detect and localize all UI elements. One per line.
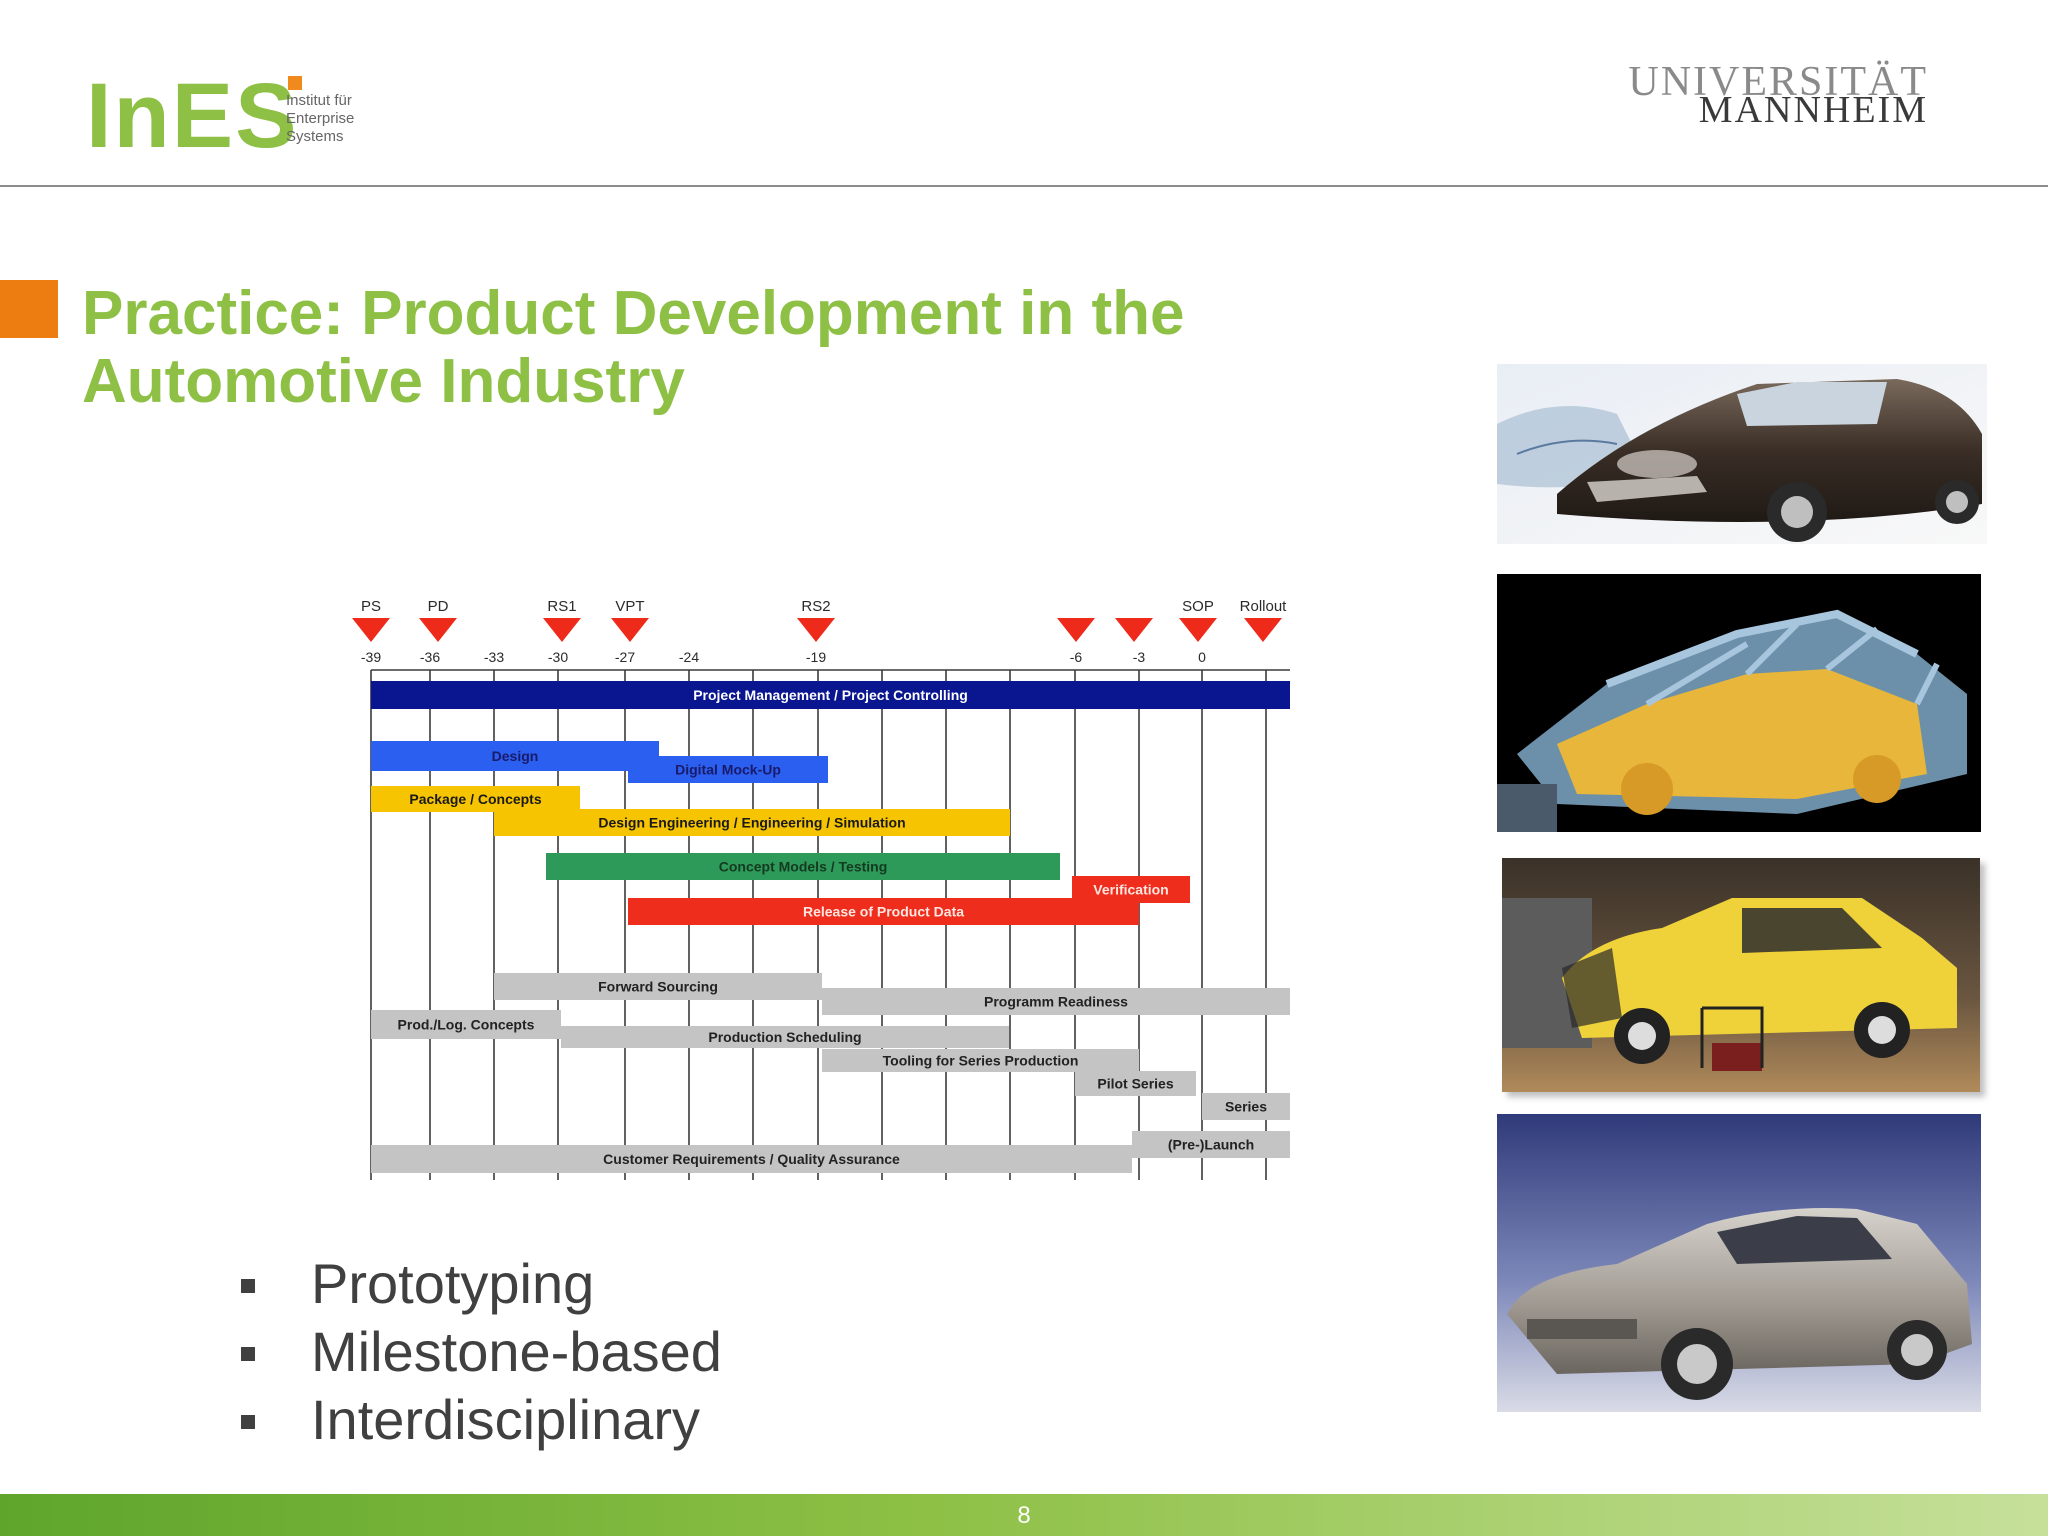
- milestone-triangle-icon: [419, 618, 457, 642]
- milestone-label: PS: [361, 598, 381, 615]
- tick-label: -3: [1133, 649, 1146, 665]
- header-divider: [0, 185, 2048, 187]
- timeline-bar-label: Prod./Log. Concepts: [398, 1017, 535, 1033]
- tick-label: -24: [679, 649, 699, 665]
- timeline-bar: Programm Readiness: [822, 988, 1290, 1015]
- milestone-label: VPT: [615, 598, 644, 615]
- development-timeline: PS PD RS1 VPT RS2 SOP Rollout -39 -36 -33 -30 -27-…: [350, 590, 1300, 1190]
- timeline-bar: (Pre-)Launch: [1132, 1131, 1290, 1158]
- bullet-text: Interdisciplinary: [311, 1388, 701, 1451]
- timeline-bar: Production Scheduling: [561, 1026, 1009, 1048]
- timeline-bar-label: Series: [1225, 1099, 1267, 1115]
- logo-accent-dot: [288, 76, 302, 90]
- tick-label: 0: [1198, 649, 1206, 665]
- timeline-bar-label: Verification: [1093, 882, 1168, 898]
- timeline-bar-label: Pilot Series: [1097, 1076, 1173, 1092]
- slide-title-line2: Automotive Industry: [82, 347, 685, 416]
- slide-title-line1: Practice: Product Development in the: [82, 279, 1185, 348]
- ines-logo-wordmark: InES: [86, 65, 299, 167]
- timeline-bar-label: Digital Mock-Up: [675, 762, 781, 778]
- tick-label: -36: [420, 649, 440, 665]
- bullet-item: Interdisciplinary: [235, 1386, 722, 1454]
- timeline-bar: Forward Sourcing: [494, 973, 822, 1000]
- milestone-triangle-icon: [352, 618, 390, 642]
- ines-logo: InES Institut für Enterprise Systems: [86, 65, 386, 167]
- milestone-triangle-icon: [543, 618, 581, 642]
- milestone-triangle-icon: [1115, 618, 1153, 642]
- milestone-triangle-icon: [1179, 618, 1217, 642]
- title-marker: [0, 280, 58, 338]
- ines-logo-sub-2: Enterprise: [286, 110, 355, 127]
- timeline-bar-label: (Pre-)Launch: [1168, 1137, 1254, 1153]
- milestone-triangle-icon: [611, 618, 649, 642]
- timeline-ticks: -39 -36 -33 -30 -27 -24 -19 -6 -3 0: [361, 649, 1206, 665]
- university-logo: UNIVERSITÄT MANNHEIM: [1628, 60, 1928, 130]
- timeline-svg: PS PD RS1 VPT RS2 SOP Rollout -39 -36 -33 -30 -27-…: [352, 598, 1290, 1180]
- tick-label: -33: [484, 649, 504, 665]
- timeline-bar: Tooling for Series Production: [822, 1049, 1139, 1072]
- ines-logo-sub-3: Systems: [286, 128, 344, 145]
- tick-label: -39: [361, 649, 381, 665]
- timeline-bar-label: Design: [492, 748, 539, 764]
- timeline-bar-label: Design Engineering / Engineering / Simul…: [598, 815, 905, 831]
- car-body-structure-image: [1497, 574, 1981, 832]
- timeline-bar-label: Forward Sourcing: [598, 979, 718, 995]
- timeline-bar-label: Production Scheduling: [708, 1029, 861, 1045]
- timeline-bar-label: Tooling for Series Production: [883, 1053, 1079, 1069]
- car-design-sketch-image: [1497, 364, 1987, 544]
- milestone-label: SOP: [1182, 598, 1214, 615]
- tick-label: -30: [548, 649, 568, 665]
- timeline-bar: Project Management / Project Controlling: [371, 681, 1290, 709]
- milestone-triangle-icon: [1057, 618, 1095, 642]
- milestone-triangle-icon: [797, 618, 835, 642]
- bullet-item: Prototyping: [235, 1250, 722, 1318]
- ines-logo-subtitle: Institut für Enterprise Systems: [286, 92, 386, 146]
- milestone-label: RS2: [801, 598, 830, 615]
- timeline-bar: Pilot Series: [1075, 1071, 1196, 1096]
- page-number: 8: [1017, 1502, 1031, 1529]
- timeline-bar-label: Concept Models / Testing: [719, 859, 888, 875]
- bullet-square-icon: [241, 1347, 255, 1361]
- timeline-bar: Customer Requirements / Quality Assuranc…: [371, 1145, 1132, 1173]
- timeline-bar-label: Programm Readiness: [984, 994, 1128, 1010]
- timeline-bar: Release of Product Data: [628, 898, 1139, 925]
- tick-label: -6: [1070, 649, 1083, 665]
- bullet-text: Prototyping: [311, 1252, 595, 1315]
- timeline-bar-label: Customer Requirements / Quality Assuranc…: [603, 1151, 900, 1167]
- bullet-square-icon: [241, 1415, 255, 1429]
- footer-bar: 8: [0, 1494, 2048, 1536]
- ines-logo-sub-1: Institut für: [286, 92, 352, 109]
- timeline-bar-label: Package / Concepts: [409, 791, 541, 807]
- timeline-bar-label: Release of Product Data: [803, 904, 964, 920]
- timeline-bar: Design: [371, 741, 659, 771]
- tick-label: -19: [806, 649, 826, 665]
- milestone-triangle-icon: [1244, 618, 1282, 642]
- crash-test-image: [1502, 858, 1980, 1092]
- bullet-item: Milestone-based: [235, 1318, 722, 1386]
- bullet-square-icon: [241, 1279, 255, 1293]
- timeline-bar: Package / Concepts: [371, 786, 580, 812]
- silver-hatchback-image: [1497, 1114, 1981, 1412]
- timeline-bar: Design Engineering / Engineering / Simul…: [494, 809, 1010, 836]
- bullet-text: Milestone-based: [311, 1320, 722, 1383]
- timeline-bar-label: Project Management / Project Controlling: [693, 687, 968, 703]
- milestone-label: PD: [428, 598, 449, 615]
- timeline-bar: Series: [1202, 1093, 1290, 1120]
- timeline-bar: Prod./Log. Concepts: [371, 1010, 561, 1039]
- bullet-list: Prototyping Milestone-based Interdiscipl…: [235, 1250, 722, 1454]
- timeline-bar: Digital Mock-Up: [628, 756, 828, 783]
- milestone-label: Rollout: [1240, 598, 1288, 615]
- timeline-milestones: PS PD RS1 VPT RS2 SOP Rollout: [352, 598, 1287, 642]
- tick-label: -27: [615, 649, 635, 665]
- timeline-bars: Project Management / Project Controlling…: [371, 681, 1290, 1173]
- slide-title: Practice: Product Development in the Aut…: [82, 280, 1282, 416]
- milestone-label: RS1: [547, 598, 576, 615]
- timeline-bar: Concept Models / Testing: [546, 853, 1060, 880]
